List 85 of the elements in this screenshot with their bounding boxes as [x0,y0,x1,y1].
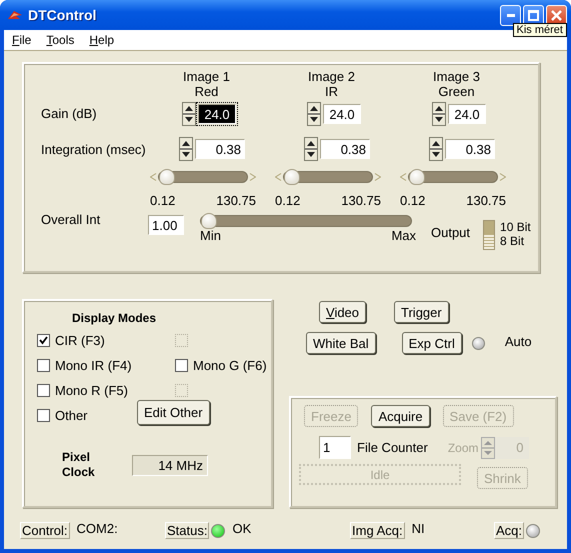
channel-label: Green [438,84,475,99]
column-title: Image 3 [433,69,480,84]
close-icon [551,10,562,20]
checkbox-label: CIR (F3) [55,332,105,348]
gain-label: Gain (dB) [40,106,98,120]
file-counter-field[interactable]: 1 [319,436,351,459]
control-button[interactable]: Video [319,301,366,323]
tick-label: 0.12 [275,192,300,208]
menu-item[interactable]: Help [89,33,114,47]
minimize-button[interactable] [500,4,521,26]
integration-slider[interactable] [408,171,498,183]
menu-item[interactable]: File [12,33,32,47]
pixel-clock-field: 14 MHz [132,454,208,476]
checkbox-label: Mono G (F6) [193,358,267,372]
tick-label: 130.75 [466,192,506,208]
status-display: Idle [299,464,461,485]
file-counter-label: File Counter [357,440,428,455]
slider-thumb[interactable] [409,169,425,185]
integration-label: Integration (msec) [40,142,144,156]
tick-label: 130.75 [341,192,381,208]
menu-item[interactable]: Tools [46,33,74,47]
app-icon [8,11,22,19]
gain-field[interactable]: 24.0 [323,104,361,124]
slider-thumb[interactable] [284,169,300,185]
output-toggle-switch[interactable] [483,220,496,250]
tick-label: 0.12 [400,192,426,208]
spin-buttons[interactable] [179,137,193,161]
tick-label: 0.12 [150,192,176,208]
zoom-label: Zoom [448,440,478,454]
slider-min-label: Min [200,228,221,243]
gain-field[interactable]: 24.0 [198,104,236,124]
status-value: NI [412,521,425,536]
gain-field[interactable]: 24.0 [448,104,486,124]
status-label: Img Acq: [350,522,405,539]
overall-int-field[interactable]: 1.00 [148,215,184,235]
checkbox[interactable] [37,384,50,396]
edit-other-button[interactable]: Edit Other [137,400,210,425]
tooltip: Kis méret [512,23,567,37]
integration-slider[interactable] [158,171,248,183]
status-label: Status: [165,522,210,539]
spin-buttons[interactable] [307,102,321,126]
output-option: 10 Bit [500,220,531,234]
control-button[interactable]: Exp Ctrl [402,332,462,354]
spin-buttons[interactable] [429,137,443,161]
spin-buttons[interactable] [304,137,318,161]
window-title: DTControl [28,7,96,23]
column-title: Image 2 [308,69,355,84]
integration-field[interactable]: 0.38 [195,139,245,159]
spin-buttons[interactable] [182,102,196,126]
overall-int-slider[interactable] [200,215,412,227]
checkbox-label: Mono R (F5) [55,382,128,398]
maximize-icon [528,10,539,20]
acquisition-button[interactable]: Acquire [371,405,430,427]
status-label: Acq: [494,522,524,539]
channel-label: IR [325,84,338,99]
checkbox-label: Mono IR (F4) [55,358,132,372]
slider-thumb[interactable] [159,169,175,185]
status-value: OK [232,521,252,536]
checkbox[interactable] [37,408,50,422]
maximize-button[interactable] [523,4,544,26]
pixel-clock-label: Pixel Clock [62,450,96,480]
output-option: 8 Bit [500,234,531,248]
auto-label: Auto [504,334,532,349]
status-value: COM2: [76,521,118,536]
integration-field[interactable]: 0.38 [445,139,495,159]
tick-label: 130.75 [216,192,256,208]
display-modes-title: Display Modes [72,311,158,325]
control-button[interactable]: Trigger [394,301,449,323]
checkbox[interactable] [37,358,50,372]
integration-field[interactable]: 0.38 [320,139,370,159]
checkbox-label: Other [55,408,88,422]
slider-thumb[interactable] [201,213,217,229]
checkbox[interactable] [37,334,50,346]
output-label: Output [431,225,470,240]
overall-int-label: Overall Int [41,212,102,227]
control-button[interactable]: White Bal [306,332,376,354]
checkbox[interactable] [175,358,188,372]
channel-label: Red [194,84,218,99]
spin-buttons[interactable] [432,102,446,126]
column-title: Image 1 [183,69,230,84]
integration-slider[interactable] [283,171,373,183]
status-label: Control: [20,522,70,539]
close-button[interactable] [546,4,567,26]
slider-max-label: Max [391,228,416,243]
minimize-icon [506,14,514,16]
